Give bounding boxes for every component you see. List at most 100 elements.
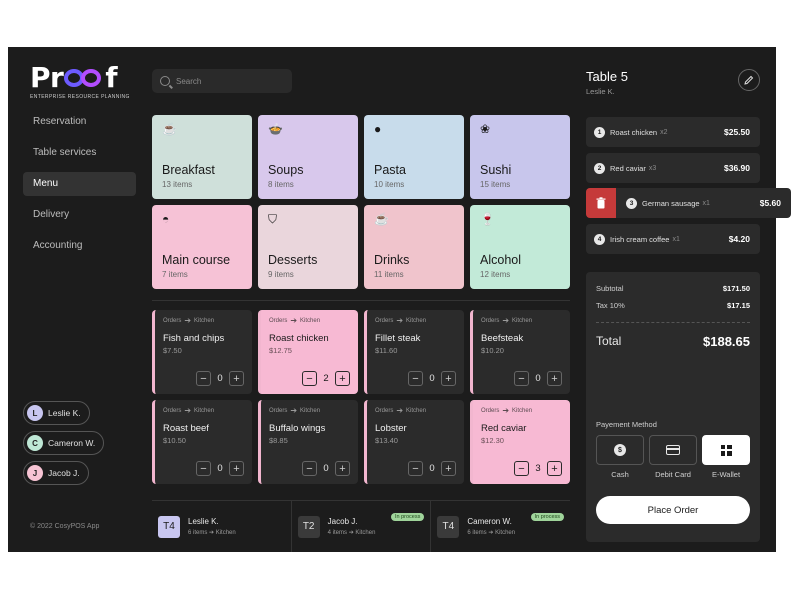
menu-item-card[interactable]: Orders ➔ Kitchen Buffalo wings $8.85 − 0 +: [258, 400, 358, 484]
category-card-alcohol[interactable]: 🍷 Alcohol 12 items: [470, 205, 570, 289]
quantity-value: 0: [429, 463, 435, 474]
category-card-drinks[interactable]: ☕ Drinks 11 items: [364, 205, 464, 289]
category-card-desserts[interactable]: ⛉ Desserts 9 items: [258, 205, 358, 289]
item-price: $8.85: [269, 436, 288, 445]
arrow-right-icon: ➔: [396, 406, 404, 415]
delete-button[interactable]: [586, 188, 616, 218]
item-route: Orders ➔ Kitchen: [375, 316, 427, 325]
nav-item-accounting[interactable]: Accounting: [23, 234, 136, 258]
soup-bowl-icon: 🍲: [268, 122, 283, 136]
category-count: 7 items: [162, 270, 188, 279]
nav-item-table-services[interactable]: Table services: [23, 141, 136, 165]
staff-pill[interactable]: L Leslie K.: [23, 401, 90, 425]
search-icon: [160, 76, 170, 86]
category-name: Breakfast: [162, 163, 215, 177]
table-card[interactable]: T4 Leslie K. 6 items ➔ Kitchen: [152, 501, 292, 552]
table-card[interactable]: T4 Cameron W. 6 items ➔ Kitchen In proce…: [431, 501, 570, 552]
order-line-swiped[interactable]: 3 German sausage x1 $5.60: [586, 188, 791, 218]
category-card-main-course[interactable]: ◓ Main course 7 items: [152, 205, 252, 289]
edit-button[interactable]: [738, 69, 760, 91]
category-card-soups[interactable]: 🍲 Soups 8 items: [258, 115, 358, 199]
decrement-button[interactable]: −: [514, 371, 529, 386]
sushi-icon: ❀: [480, 122, 491, 136]
item-route: Orders ➔ Kitchen: [375, 406, 427, 415]
menu-item-card[interactable]: Orders ➔ Kitchen Lobster $13.40 − 0 +: [364, 400, 464, 484]
quantity-value: 0: [535, 373, 541, 384]
table-info: Leslie K. 6 items ➔ Kitchen: [188, 517, 236, 536]
category-card-sushi[interactable]: ❀ Sushi 15 items: [470, 115, 570, 199]
trash-icon: [596, 197, 606, 209]
increment-button[interactable]: +: [547, 371, 562, 386]
table-sub: 6 items ➔ Kitchen: [188, 530, 236, 536]
order-line[interactable]: 1 Roast chicken x2 $25.50: [586, 117, 760, 147]
order-item-price: $4.20: [728, 234, 750, 244]
quantity-stepper: − 0 +: [196, 461, 244, 476]
mug-icon: ☕: [374, 212, 389, 226]
item-price: $12.30: [481, 436, 504, 445]
quantity-value: 3: [535, 463, 541, 474]
increment-button[interactable]: +: [229, 371, 244, 386]
total-row: Total $188.65: [596, 334, 750, 349]
order-line[interactable]: 4 Irish cream coffee x1 $4.20: [586, 224, 760, 254]
decrement-button[interactable]: −: [514, 461, 529, 476]
decrement-button[interactable]: −: [408, 371, 423, 386]
table-card[interactable]: T2 Jacob J. 4 items ➔ Kitchen In process: [292, 501, 432, 552]
item-route: Orders ➔ Kitchen: [481, 316, 533, 325]
menu-item-card[interactable]: Orders ➔ Kitchen Roast chicken $12.75 − 2 …: [258, 310, 358, 394]
arrow-right-icon: ➔: [290, 316, 298, 325]
menu-item-card[interactable]: Orders ➔ Kitchen Red caviar $12.30 − 3 +: [470, 400, 570, 484]
order-item-price: $25.50: [724, 127, 750, 137]
quantity-value: 0: [323, 463, 329, 474]
staff-name: Leslie K.: [48, 408, 81, 418]
increment-button[interactable]: +: [547, 461, 562, 476]
wine-glass-icon: 🍷: [480, 212, 495, 226]
payment-e-wallet-option[interactable]: E-Wallet: [702, 435, 750, 479]
panel-title: Table 5: [586, 69, 628, 84]
staff-pill[interactable]: C Cameron W.: [23, 431, 105, 455]
order-item-qty: x1: [672, 235, 680, 243]
menu-item-card[interactable]: Orders ➔ Kitchen Roast beef $10.50 − 0 +: [152, 400, 252, 484]
payment-debit-card-option[interactable]: Debit Card: [649, 435, 697, 479]
nav-item-menu[interactable]: Menu: [23, 172, 136, 196]
pos-app: Pr f ENTERPRISE RESOURCE PLANNING Reserv…: [8, 47, 791, 552]
staff-pill[interactable]: J Jacob J.: [23, 461, 89, 485]
place-order-button[interactable]: Place Order: [596, 496, 750, 524]
decrement-button[interactable]: −: [302, 371, 317, 386]
increment-button[interactable]: +: [335, 461, 350, 476]
increment-button[interactable]: +: [441, 461, 456, 476]
order-summary: Subtotal $171.50 Tax 10% $17.15 Total $1…: [586, 272, 760, 542]
order-panel: Table 5 Leslie K. 1 Roast chicken x2 $25…: [586, 47, 791, 552]
increment-button[interactable]: +: [335, 371, 350, 386]
arrow-right-icon: ➔: [209, 530, 215, 536]
category-name: Desserts: [268, 253, 318, 267]
menu-item-card[interactable]: Orders ➔ Kitchen Beefsteak $10.20 − 0 +: [470, 310, 570, 394]
category-card-pasta[interactable]: ● Pasta 10 items: [364, 115, 464, 199]
avatar: C: [27, 435, 43, 451]
subtotal-value: $171.50: [722, 284, 750, 293]
order-item-qty: x1: [702, 199, 710, 207]
decrement-button[interactable]: −: [408, 461, 423, 476]
search-input[interactable]: [176, 76, 286, 86]
nav-item-delivery[interactable]: Delivery: [23, 203, 136, 227]
arrow-right-icon: ➔: [290, 406, 298, 415]
item-name: Beefsteak: [481, 333, 524, 344]
table-info: Jacob J. 4 items ➔ Kitchen: [328, 517, 376, 536]
item-route: Orders ➔ Kitchen: [269, 406, 321, 415]
increment-button[interactable]: +: [229, 461, 244, 476]
item-name: Red caviar: [481, 423, 527, 434]
decrement-button[interactable]: −: [196, 461, 211, 476]
payment-cash-option[interactable]: $ Cash: [596, 435, 644, 479]
brand-logo: Pr f ENTERPRISE RESOURCE PLANNING: [30, 63, 130, 101]
decrement-button[interactable]: −: [196, 371, 211, 386]
payment-method-options: $ Cash Debit Card E-Wallet: [596, 435, 755, 479]
menu-item-card[interactable]: Orders ➔ Kitchen Fillet steak $11.60 − 0 +: [364, 310, 464, 394]
nav-item-reservation[interactable]: Reservation: [23, 110, 136, 134]
menu-item-card[interactable]: Orders ➔ Kitchen Fish and chips $7.50 − 0 …: [152, 310, 252, 394]
cloche-icon: ◓: [162, 212, 170, 226]
increment-button[interactable]: +: [441, 371, 456, 386]
quantity-stepper: − 0 +: [302, 461, 350, 476]
category-card-breakfast[interactable]: ☕ Breakfast 13 items: [152, 115, 252, 199]
decrement-button[interactable]: −: [302, 461, 317, 476]
item-price: $10.50: [163, 436, 186, 445]
order-line[interactable]: 2 Red caviar x3 $36.90: [586, 153, 760, 183]
